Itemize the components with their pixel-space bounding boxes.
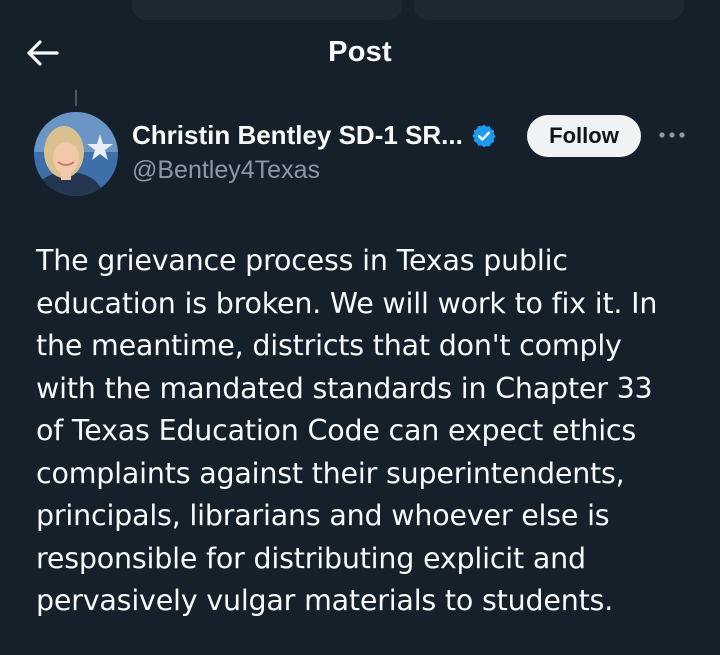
avatar[interactable]: [34, 112, 118, 196]
more-options-button[interactable]: [654, 120, 690, 150]
top-ghost-bar-right: [414, 0, 684, 20]
page-title: Post: [328, 36, 392, 68]
post-text-line: the meantime, districts that don't compl…: [36, 329, 622, 362]
post-header: Post: [0, 24, 720, 84]
post-text-line: with the mandated standards in Chapter 3…: [36, 371, 653, 405]
post-text-line: complaints against their superintendents…: [36, 456, 625, 490]
more-horizontal-icon: [659, 132, 685, 138]
author-display-name[interactable]: Christin Bentley SD-1 SR...: [132, 120, 463, 151]
thread-connector-line: [75, 90, 77, 106]
post-text-line: The grievance process in Texas public: [36, 244, 568, 277]
verified-badge-icon: [471, 123, 497, 149]
post-text-line: pervasively vulgar materials to students…: [36, 584, 614, 617]
post-text-line: principals, librarians and whoever else …: [36, 499, 610, 532]
post-author-row: Christin Bentley SD-1 SR... @Bentley4Tex…: [34, 112, 694, 196]
post-text: The grievance process in Texas public ed…: [36, 240, 696, 623]
post-text-line: of Texas Education Code can expect ethic…: [36, 414, 637, 447]
post-text-line: responsible for distributing explicit an…: [36, 541, 586, 575]
top-ghost-bar-left: [132, 0, 402, 20]
post-text-line: education is broken. We will work to fix…: [36, 286, 658, 320]
author-handle[interactable]: @Bentley4Texas: [132, 156, 320, 185]
follow-button[interactable]: Follow: [527, 115, 641, 157]
